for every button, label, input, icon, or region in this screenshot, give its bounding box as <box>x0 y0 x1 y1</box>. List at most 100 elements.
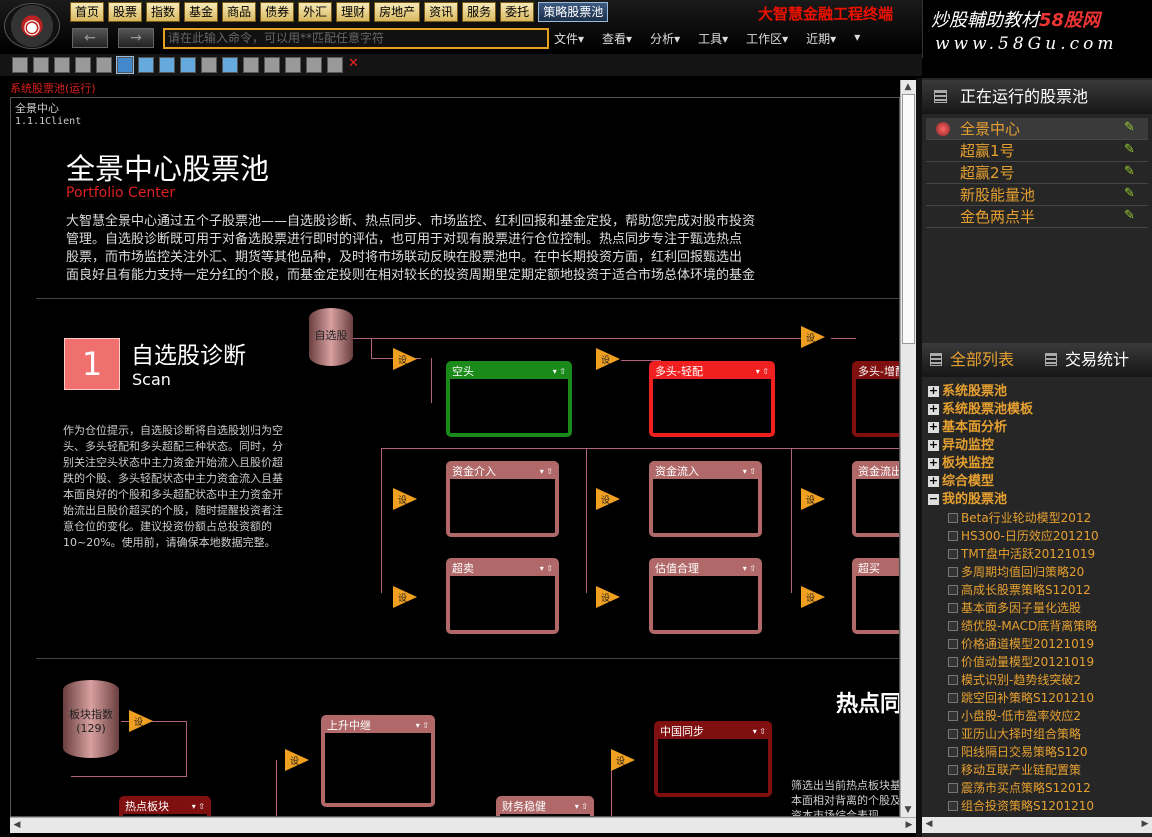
menu-trade[interactable]: 委托 <box>500 2 535 22</box>
tree-node[interactable]: + 基本面分析 <box>928 419 1152 437</box>
pool-box-uptrend-relay[interactable]: 上升中继 ▾ ⇧ <box>321 715 435 807</box>
box-controls-icon[interactable]: ▾ ⇧ <box>416 719 429 733</box>
pool-item[interactable]: 全景中心 ✎ <box>926 118 1148 140</box>
edit-pencil-icon[interactable]: ✎ <box>1124 187 1140 201</box>
scroll-down-icon[interactable]: ▼ <box>901 803 915 817</box>
pool-box-hot-sector[interactable]: 热点板块 ▾ ⇧ <box>119 796 211 816</box>
pool-box-fair-value[interactable]: 估值合理 ▾ ⇧ <box>649 558 762 634</box>
tree-leaf[interactable]: 亚历山大择时组合策略 <box>928 725 1152 743</box>
checkbox[interactable] <box>948 675 958 685</box>
align-top-icon[interactable] <box>180 57 196 73</box>
tree-node[interactable]: + 系统股票池模板 <box>928 401 1152 419</box>
back-arrow-icon[interactable]: ← <box>72 28 108 48</box>
edit-pencil-icon[interactable]: ✎ <box>1124 143 1140 157</box>
menu-index[interactable]: 指数 <box>146 2 181 22</box>
expand-icon[interactable]: + <box>928 439 939 451</box>
checkbox[interactable] <box>948 549 958 559</box>
horizontal-scrollbar[interactable]: ◀ ▶ <box>10 817 916 833</box>
checkbox[interactable] <box>948 585 958 595</box>
box-controls-icon[interactable]: ▾ ⇧ <box>743 562 756 576</box>
right-horizontal-scrollbar[interactable]: ◀ ▶ <box>922 817 1152 833</box>
menu-commodity[interactable]: 商品 <box>222 2 257 22</box>
tree-leaf[interactable]: 移动互联产业链配置策 <box>928 761 1152 779</box>
menu-finance[interactable]: 理财 <box>336 2 371 22</box>
menu-news[interactable]: 资讯 <box>424 2 459 22</box>
checkbox[interactable] <box>948 765 958 775</box>
tree-leaf[interactable]: 基本面多因子量化选股 <box>928 599 1152 617</box>
tree-node[interactable]: + 系统股票池 <box>928 383 1152 401</box>
checkbox[interactable] <box>948 801 958 811</box>
scroll-right-icon[interactable]: ▶ <box>902 818 916 832</box>
scroll-thumb[interactable] <box>902 94 915 344</box>
menu-tools[interactable]: 工具▾ <box>698 30 728 47</box>
pool-box-short[interactable]: 空头 ▾ ⇧ <box>446 361 572 437</box>
tree-node[interactable]: − 我的股票池 <box>928 491 1152 509</box>
menu-strategy-pool[interactable]: 策略股票池 <box>538 2 609 22</box>
menu-service[interactable]: 服务 <box>462 2 497 22</box>
menu-view[interactable]: 查看▾ <box>602 30 632 47</box>
expand-icon[interactable]: + <box>928 385 939 397</box>
pool-box-overbought[interactable]: 超买 <box>852 558 899 634</box>
scroll-left-icon[interactable]: ◀ <box>10 818 24 832</box>
pool-box-long-heavy[interactable]: 多头-增配 <box>852 361 899 437</box>
expand-icon[interactable]: + <box>928 457 939 469</box>
menu-fund[interactable]: 基金 <box>184 2 219 22</box>
pool-box-long-light[interactable]: 多头-轻配 ▾ ⇧ <box>649 361 775 437</box>
menu-bond[interactable]: 债券 <box>260 2 295 22</box>
checkbox[interactable] <box>948 747 958 757</box>
tree-node[interactable]: + 综合模型 <box>928 473 1152 491</box>
tree-leaf[interactable]: HS300-日历效应201210 <box>928 527 1152 545</box>
checkbox[interactable] <box>948 513 958 523</box>
menu-realestate[interactable]: 房地产 <box>374 2 421 22</box>
pool-box-oversold[interactable]: 超卖 ▾ ⇧ <box>446 558 559 634</box>
tree-leaf[interactable]: 绩优股-MACD底背离策略 <box>928 617 1152 635</box>
expand-icon[interactable]: + <box>928 475 939 487</box>
open-icon[interactable] <box>12 57 28 73</box>
pool-item[interactable]: 金色两点半 ✎ <box>926 206 1148 228</box>
expand-icon[interactable]: + <box>928 403 939 415</box>
box-controls-icon[interactable]: ▾ ⇧ <box>743 465 756 479</box>
play-icon[interactable] <box>201 57 217 73</box>
align-left-icon[interactable] <box>138 57 154 73</box>
save-icon[interactable] <box>54 57 70 73</box>
checkbox[interactable] <box>948 657 958 667</box>
vertical-scrollbar[interactable]: ▲ ▼ <box>900 80 916 817</box>
checkbox[interactable] <box>948 729 958 739</box>
refresh-icon[interactable] <box>327 57 343 73</box>
command-input[interactable]: 请在此输入命令，可以用**匹配任意字符 <box>163 28 549 49</box>
edit-pencil-icon[interactable]: ✎ <box>1124 165 1140 179</box>
close-icon[interactable]: ✕ <box>348 57 364 73</box>
edit-pencil-icon[interactable]: ✎ <box>1124 121 1140 135</box>
tree-leaf[interactable]: 阳线隔日交易策略S120 <box>928 743 1152 761</box>
pool-box-capital-inflow[interactable]: 资金流入 ▾ ⇧ <box>649 461 762 537</box>
checkbox[interactable] <box>948 783 958 793</box>
properties-icon[interactable] <box>285 57 301 73</box>
tree-leaf[interactable]: 跳空回补策略S1201210 <box>928 689 1152 707</box>
tree-leaf[interactable]: 组合投资策略S1201210 <box>928 797 1152 815</box>
forward-arrow-icon[interactable]: → <box>118 28 154 48</box>
pool-box-china-sync[interactable]: 中国同步 ▾ ⇧ <box>654 721 772 797</box>
menu-stock[interactable]: 股票 <box>108 2 143 22</box>
stop-icon[interactable] <box>243 57 259 73</box>
checkbox[interactable] <box>948 603 958 613</box>
box-controls-icon[interactable]: ▾ ⇧ <box>575 800 588 814</box>
box-controls-icon[interactable]: ▾ ⇧ <box>540 562 553 576</box>
box-controls-icon[interactable]: ▾ ⇧ <box>553 365 566 379</box>
pool-item[interactable]: 新股能量池 ✎ <box>926 184 1148 206</box>
copy-icon[interactable] <box>75 57 91 73</box>
source-database-icon[interactable]: 自选股 <box>309 308 353 366</box>
scroll-left-icon[interactable]: ◀ <box>922 817 936 831</box>
box-controls-icon[interactable]: ▾ ⇧ <box>192 800 205 814</box>
tree-leaf[interactable]: 多周期均值回归策略20 <box>928 563 1152 581</box>
align-bottom-icon[interactable] <box>159 57 175 73</box>
edit-pencil-icon[interactable]: ✎ <box>1124 209 1140 223</box>
box-controls-icon[interactable]: ▾ ⇧ <box>756 365 769 379</box>
menu-analysis[interactable]: 分析▾ <box>650 30 680 47</box>
box-controls-icon[interactable]: ▾ ⇧ <box>540 465 553 479</box>
pool-box-capital-outflow[interactable]: 资金流出 <box>852 461 899 537</box>
checkbox[interactable] <box>948 639 958 649</box>
collapse-icon[interactable]: − <box>928 493 939 505</box>
list-icon[interactable] <box>306 57 322 73</box>
tree-leaf[interactable]: 小盘股-低市盈率效应2 <box>928 707 1152 725</box>
menu-forex[interactable]: 外汇 <box>298 2 333 22</box>
